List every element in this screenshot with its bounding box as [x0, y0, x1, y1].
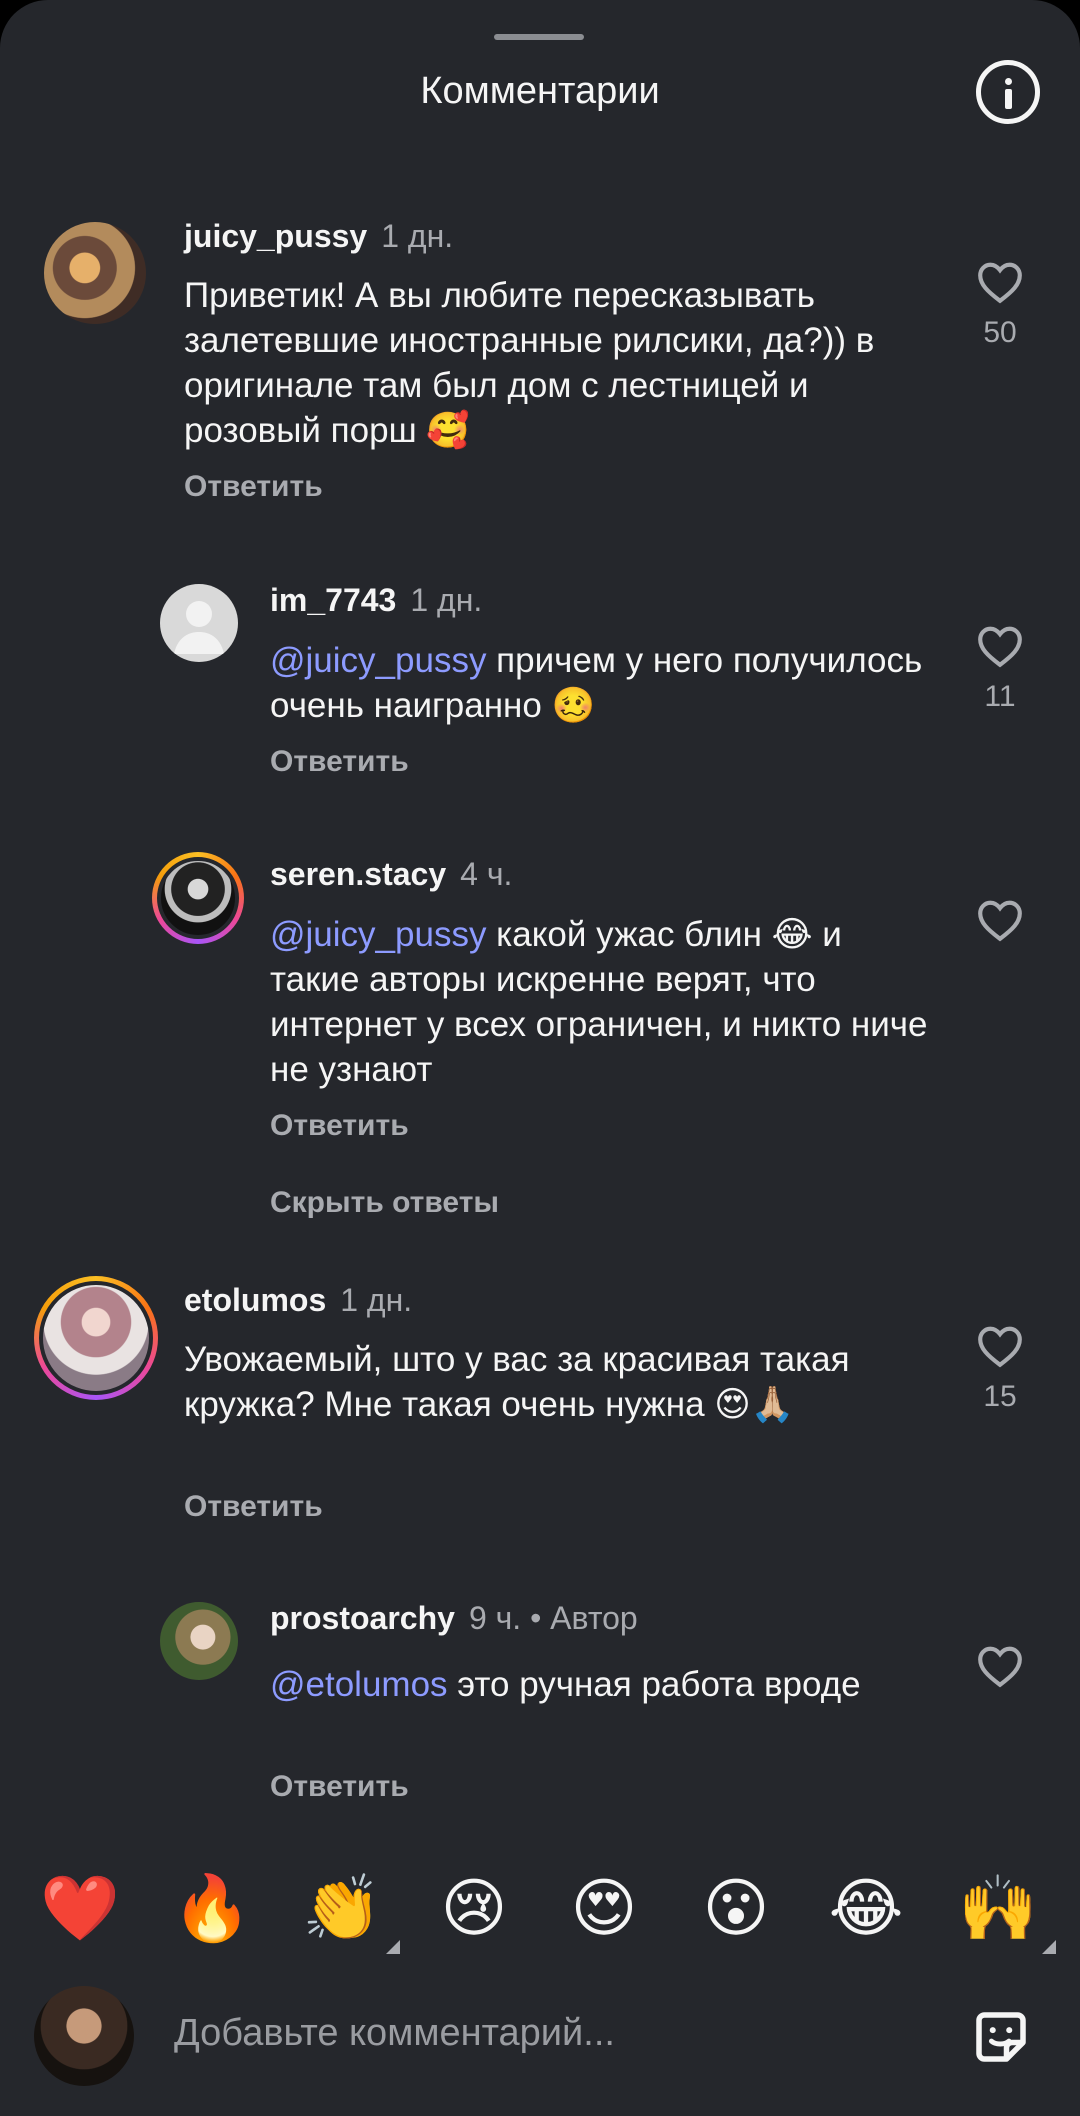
emoji-laughing[interactable]: 😂	[826, 1868, 906, 1948]
heart-outline-icon	[978, 1326, 1022, 1368]
emoji-fire[interactable]: 🔥	[172, 1868, 252, 1948]
comment-text: @etolumos это ручная работа вроде	[270, 1665, 861, 1704]
comment-input[interactable]: Добавьте комментарий...	[174, 2012, 615, 2055]
timestamp: 4 ч.	[460, 856, 513, 892]
like-button[interactable]: 50	[970, 258, 1030, 350]
emoji-clap[interactable]: 👏	[302, 1868, 400, 1954]
timestamp: 1 дн.	[340, 1282, 413, 1318]
comment-text: Приветик! А вы любите пересказывать зале…	[184, 276, 875, 450]
emoji-surprised[interactable]: 😮	[696, 1868, 776, 1948]
like-button[interactable]	[970, 1642, 1030, 1700]
mention-link[interactable]: @etolumos	[270, 1665, 448, 1704]
sticker-icon[interactable]	[968, 2004, 1034, 2070]
avatar[interactable]	[44, 222, 146, 324]
reply-button[interactable]: Ответить	[270, 1770, 409, 1804]
username[interactable]: juicy_pussy	[184, 218, 367, 254]
reply-button[interactable]: Ответить	[270, 745, 409, 779]
heart-outline-icon	[978, 626, 1022, 668]
like-count: 50	[983, 316, 1017, 349]
like-button[interactable]: 11	[970, 622, 1030, 714]
reply-button[interactable]: Ответить	[270, 1109, 409, 1143]
username[interactable]: seren.stacy	[270, 856, 446, 892]
author-badge: • Автор	[521, 1600, 638, 1636]
mention-link[interactable]: @juicy_pussy	[270, 915, 486, 954]
like-count: 11	[984, 680, 1016, 713]
timestamp: 9 ч.	[468, 1600, 522, 1636]
hide-replies-button[interactable]: Скрыть ответы	[270, 1186, 499, 1220]
comment-composer: Добавьте комментарий...	[0, 1982, 1080, 2092]
like-count: 15	[983, 1380, 1017, 1413]
emoji-heart-eyes[interactable]: 😍	[564, 1868, 644, 1948]
emoji-heart[interactable]: ❤️	[40, 1868, 120, 1948]
username[interactable]: im_7743	[270, 582, 396, 618]
like-button[interactable]	[970, 896, 1030, 954]
avatar[interactable]	[160, 1602, 238, 1680]
heart-outline-icon	[978, 1646, 1022, 1688]
avatar[interactable]	[160, 584, 238, 662]
mention-link[interactable]: @juicy_pussy	[270, 641, 486, 680]
like-button[interactable]: 15	[970, 1322, 1030, 1414]
reply-button[interactable]: Ответить	[184, 470, 323, 504]
current-user-avatar	[34, 1986, 134, 2086]
comment-text: @juicy_pussy какой ужас блин 😂 и такие а…	[270, 915, 928, 1089]
emoji-raised-hands[interactable]: 🙌	[958, 1868, 1056, 1954]
drag-handle[interactable]	[494, 34, 584, 40]
emoji-crying[interactable]: 😢	[434, 1868, 514, 1948]
timestamp: 1 дн.	[381, 218, 454, 254]
timestamp: 1 дн.	[410, 582, 483, 618]
reply-button[interactable]: Ответить	[184, 1490, 323, 1524]
avatar[interactable]	[34, 1276, 158, 1400]
heart-outline-icon	[978, 900, 1022, 942]
sheet-title: Комментарии	[420, 70, 660, 112]
heart-outline-icon	[978, 262, 1022, 304]
comment-text: Увожаемый, што у вас за красивая такая к…	[184, 1340, 850, 1424]
info-icon[interactable]	[976, 60, 1040, 124]
comments-sheet: Комментарии juicy_pussy 1 дн. Приветик! А…	[0, 0, 1080, 2116]
avatar[interactable]	[152, 852, 244, 944]
quick-emoji-bar: ❤️ 🔥 👏 😢 😍 😮 😂 🙌	[0, 1868, 1080, 1958]
username[interactable]: etolumos	[184, 1282, 326, 1318]
comment-text: @juicy_pussy причем у него получилось оч…	[270, 641, 923, 725]
username[interactable]: prostoarchy	[270, 1600, 455, 1636]
